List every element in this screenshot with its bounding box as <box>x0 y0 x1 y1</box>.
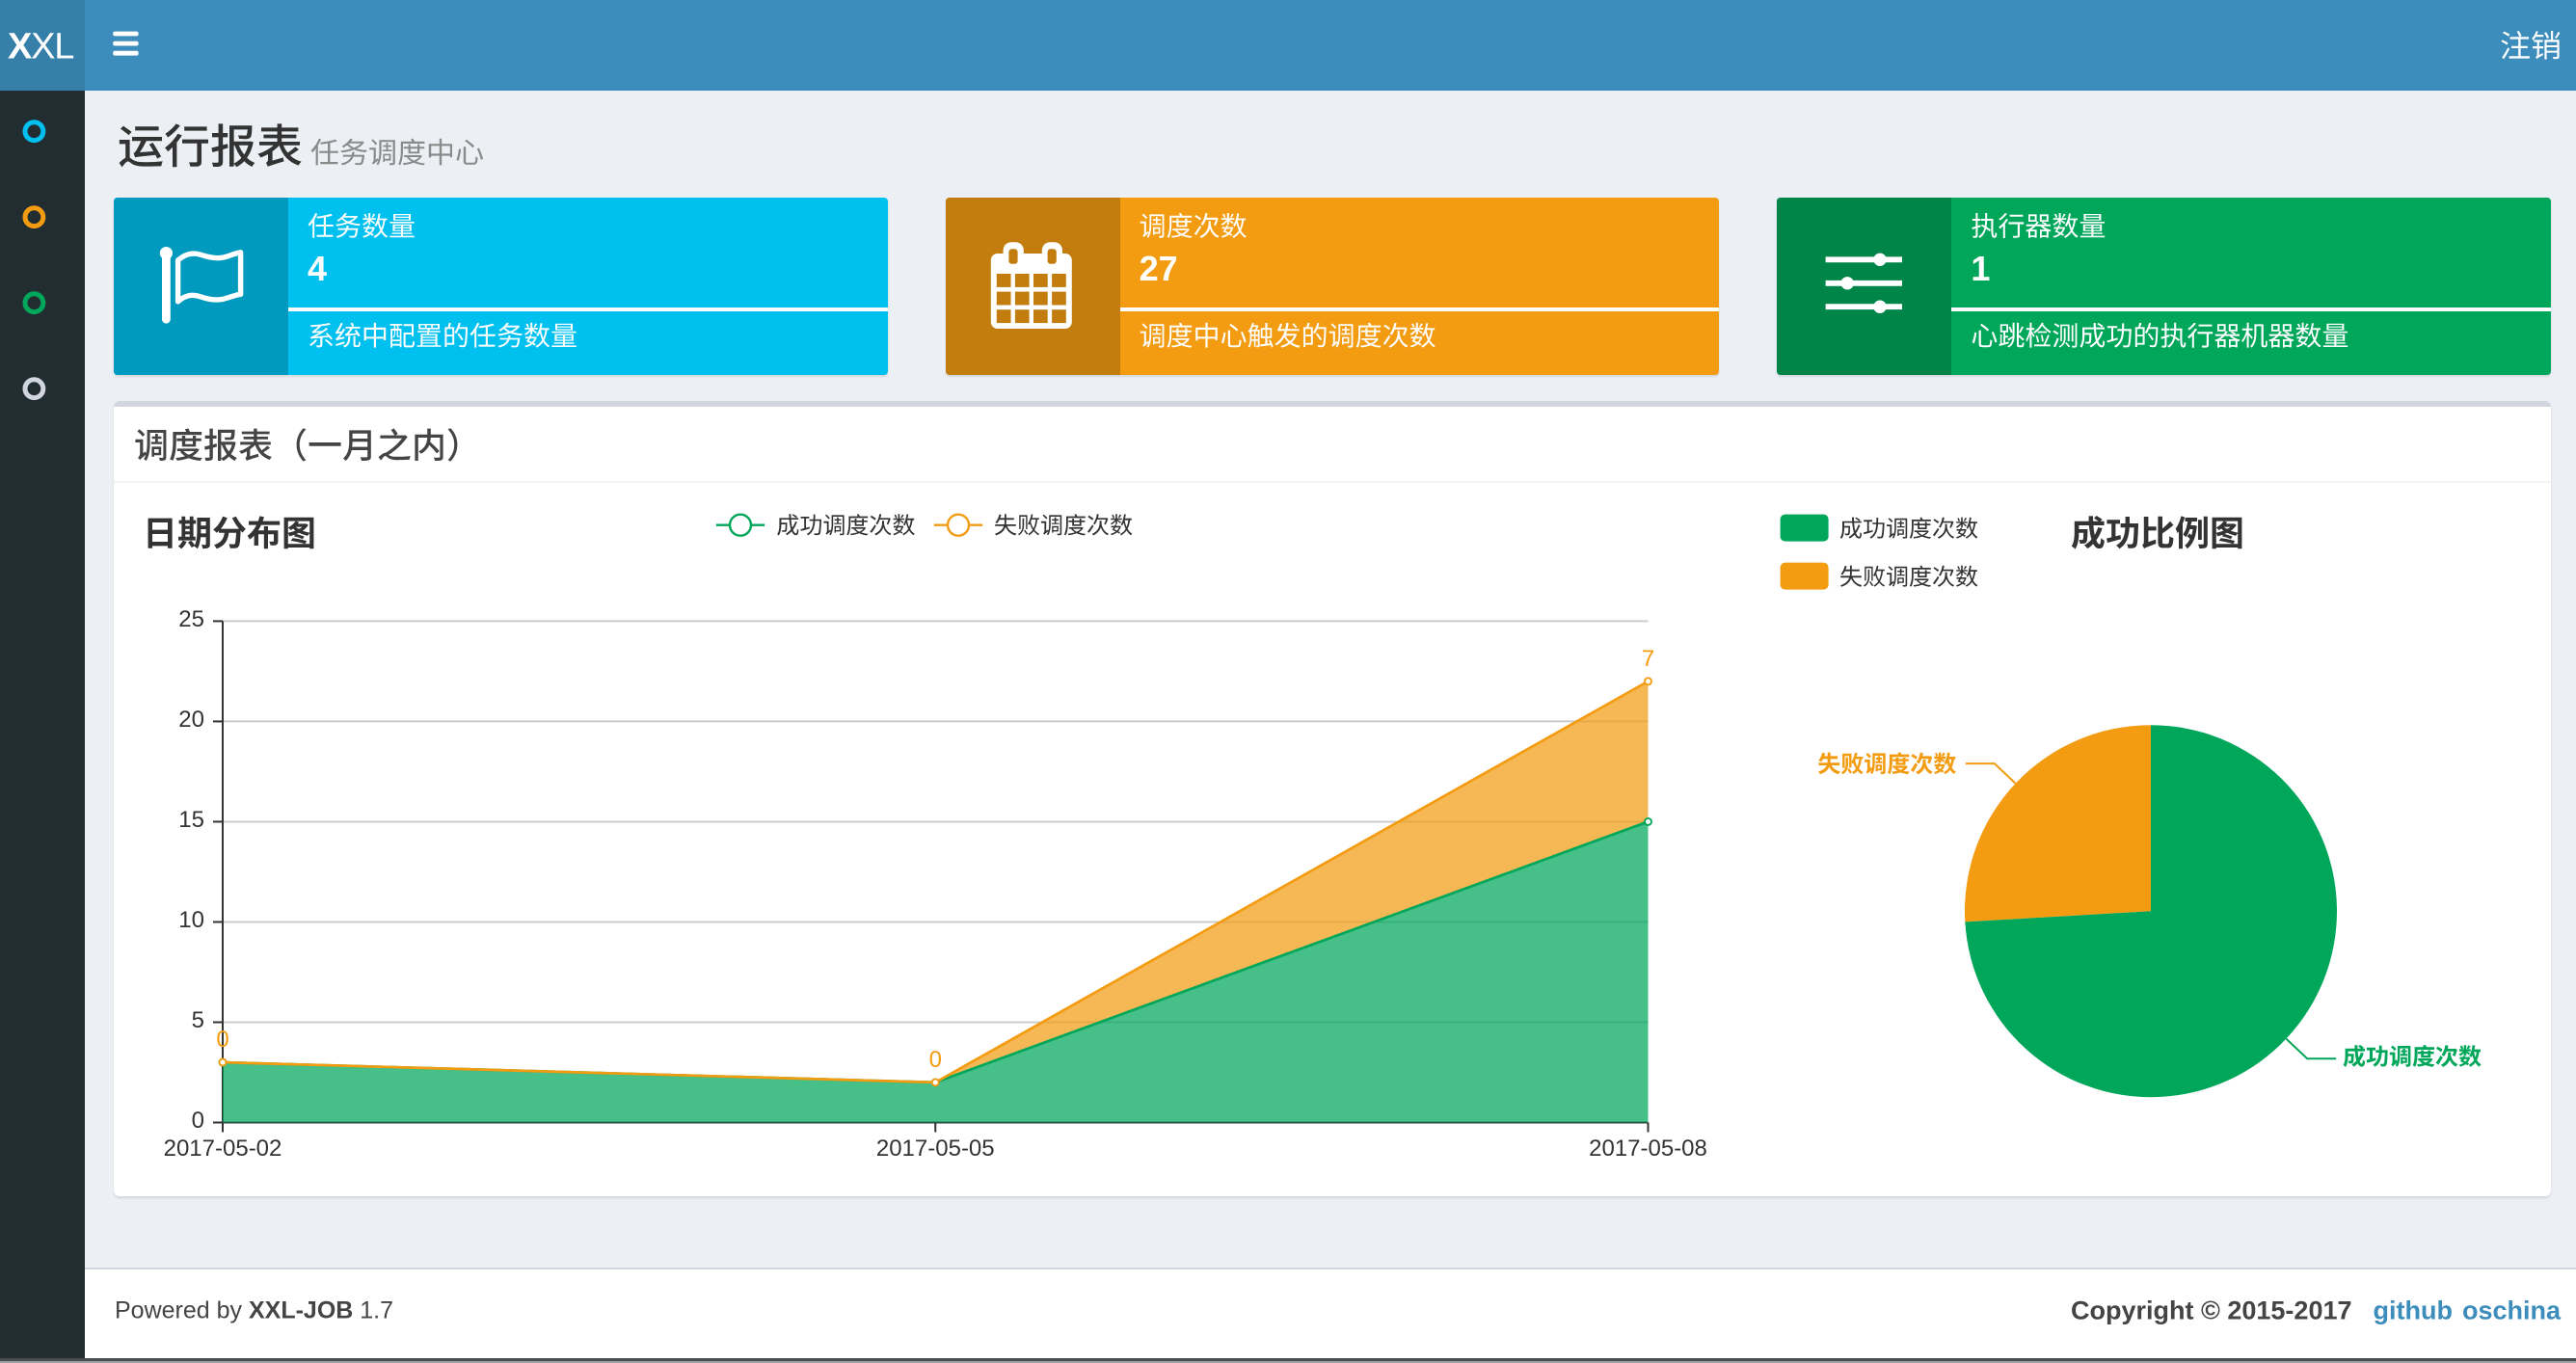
svg-text:2017-05-02: 2017-05-02 <box>164 1136 282 1162</box>
svg-text:1: 1 <box>1971 249 1990 288</box>
svg-text:0: 0 <box>929 1047 942 1073</box>
svg-text:0: 0 <box>192 1108 204 1134</box>
svg-text:7: 7 <box>1642 646 1654 672</box>
svg-text:10: 10 <box>178 907 204 933</box>
svg-text:20: 20 <box>178 707 204 733</box>
svg-text:2017-05-08: 2017-05-08 <box>1589 1136 1707 1162</box>
svg-text:2017-05-05: 2017-05-05 <box>876 1136 995 1162</box>
svg-text:5: 5 <box>192 1007 204 1033</box>
svg-text:4: 4 <box>308 249 327 288</box>
svg-text:XXL: XXL <box>8 27 73 67</box>
svg-text:27: 27 <box>1140 249 1178 288</box>
svg-text:25: 25 <box>178 606 204 632</box>
svg-text:15: 15 <box>178 807 204 833</box>
svg-text:0: 0 <box>216 1027 228 1053</box>
